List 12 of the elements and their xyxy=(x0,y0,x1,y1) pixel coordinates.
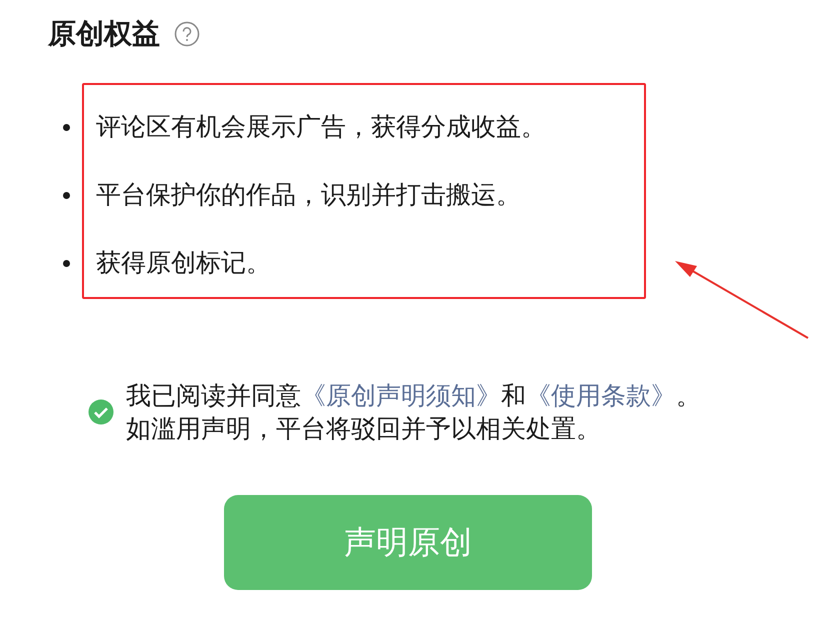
agreement-text: 我已阅读并同意《原创声明须知》和《使用条款》。如滥用声明，平台将驳回并予以相关处置。 xyxy=(126,380,702,445)
terms-link[interactable]: 《原创声明须知》 xyxy=(301,381,501,410)
benefit-text: 获得原创标记。 xyxy=(96,247,271,279)
section-title: 原创权益 xyxy=(48,16,160,52)
benefit-text: 平台保护你的作品，识别并打击搬运。 xyxy=(96,179,521,211)
terms-link[interactable]: 《使用条款》 xyxy=(526,381,676,410)
bullet-icon xyxy=(63,124,70,130)
benefit-text: 评论区有机会展示广告，获得分成收益。 xyxy=(96,111,546,143)
bullet-icon xyxy=(63,192,70,198)
help-icon[interactable] xyxy=(174,21,200,47)
check-icon[interactable] xyxy=(88,399,114,425)
bullet-icon xyxy=(63,260,70,266)
